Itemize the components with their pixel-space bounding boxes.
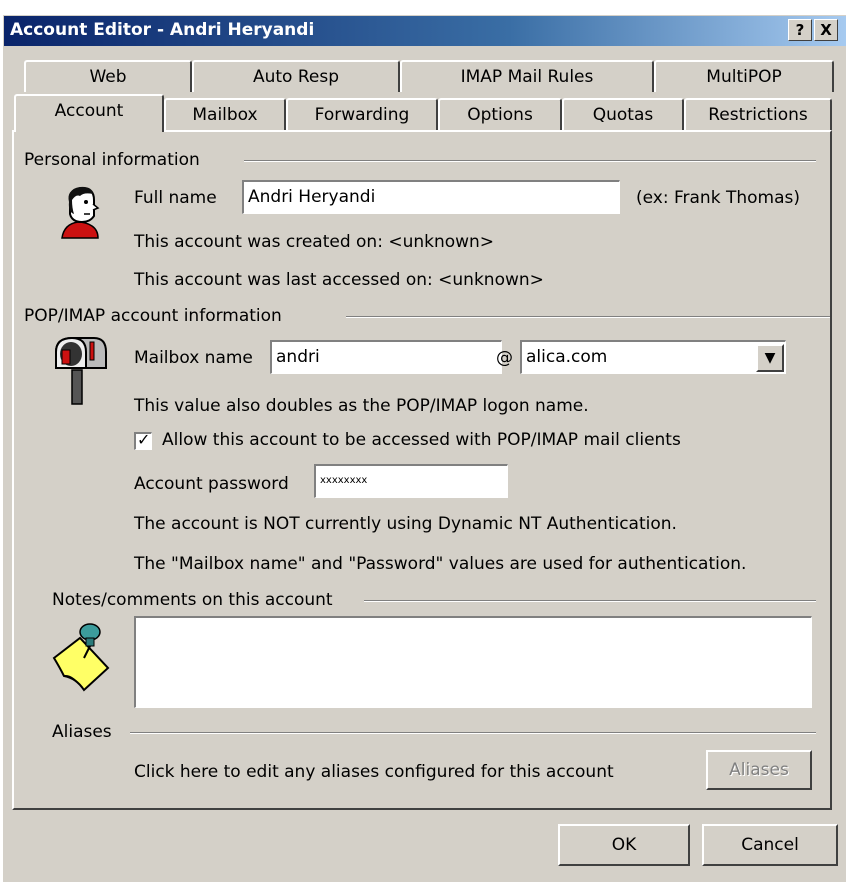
last-accessed-text: This account was last accessed on: <unkn… [134,270,544,290]
tab-web[interactable]: Web [24,60,192,92]
tab-quotas[interactable]: Quotas [562,98,684,130]
auth-values-note: The "Mailbox name" and "Password" values… [134,554,747,574]
checkmark-icon: ✓ [137,430,151,449]
full-name-field[interactable]: Andri Heryandi [242,180,620,214]
notes-divider [364,600,816,602]
tab-multipop[interactable]: MultiPOP [654,60,834,92]
tab-imap-mail-rules[interactable]: IMAP Mail Rules [400,60,654,92]
allow-pop-imap-label[interactable]: Allow this account to be accessed with P… [162,430,681,450]
aliases-button[interactable]: Aliases [706,750,812,790]
pop-imap-divider [346,316,830,318]
at-sign-label: @ [496,348,513,368]
pop-imap-group-label: POP/IMAP account information [24,306,282,326]
cancel-button[interactable]: Cancel [702,824,838,866]
domain-select-value: alica.com [526,347,608,367]
tab-mailbox[interactable]: Mailbox [164,98,286,130]
full-name-example: (ex: Frank Thomas) [636,188,800,208]
full-name-label: Full name [134,188,217,208]
chevron-down-icon: ▼ [764,350,776,366]
notes-textarea[interactable] [134,616,812,708]
tab-account[interactable]: Account [14,94,164,132]
notes-group-label: Notes/comments on this account [52,590,333,610]
allow-pop-imap-checkbox[interactable]: ✓ [134,430,152,450]
aliases-divider [130,732,816,734]
ok-button[interactable]: OK [558,824,690,866]
aliases-group-label: Aliases [52,722,112,742]
personal-info-divider [244,160,816,162]
help-button[interactable]: ? [788,19,812,41]
close-button[interactable]: X [814,19,838,41]
account-password-label: Account password [134,474,289,494]
tab-auto-resp[interactable]: Auto Resp [192,60,400,92]
title-bar: Account Editor - Andri Heryandi ? X [4,16,846,46]
mailbox-name-field[interactable]: andri [270,340,502,374]
window-title: Account Editor - Andri Heryandi [10,20,315,40]
nt-auth-note: The account is NOT currently using Dynam… [134,514,677,534]
tab-restrictions[interactable]: Restrictions [684,98,832,130]
created-on-text: This account was created on: <unknown> [134,232,495,252]
screenshot-top-strip [0,0,846,14]
aliases-description: Click here to edit any aliases configure… [134,762,614,782]
domain-select[interactable]: alica.com [520,340,786,374]
personal-info-group-label: Personal information [24,150,200,170]
logon-name-note: This value also doubles as the POP/IMAP … [134,396,589,416]
sticky-note-icon [50,618,112,692]
domain-dropdown-button[interactable]: ▼ [756,344,784,372]
mailbox-name-label: Mailbox name [134,348,253,368]
account-password-field[interactable]: xxxxxxxx [314,464,508,498]
tab-options[interactable]: Options [438,98,562,130]
mailbox-icon [50,334,110,406]
tab-forwarding[interactable]: Forwarding [286,98,438,130]
person-icon [56,186,106,240]
